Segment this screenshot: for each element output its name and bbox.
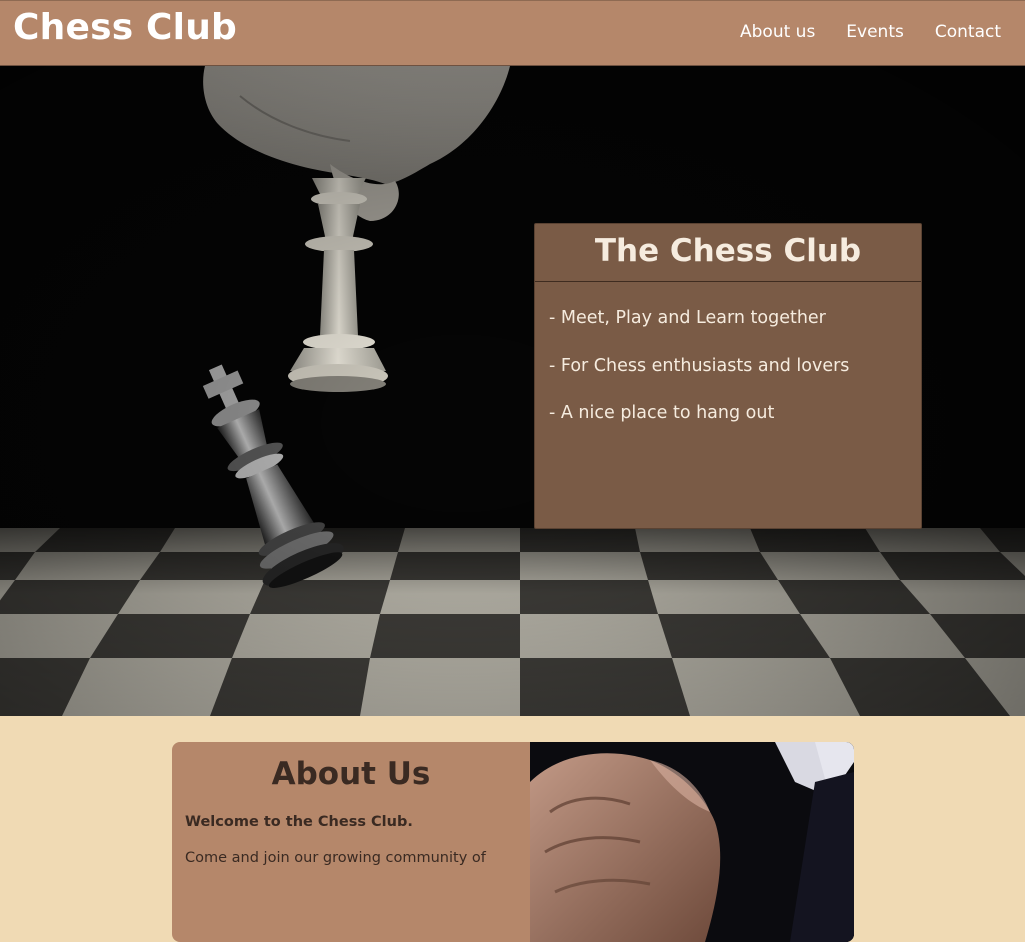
about-photo	[530, 742, 854, 942]
main-nav: About us Events Contact	[740, 22, 1001, 42]
nav-link-about-us[interactable]: About us	[740, 22, 815, 42]
hero-card-title: The Chess Club	[535, 224, 921, 282]
about-title: About Us	[271, 756, 431, 792]
top-navbar: Chess Club About us Events Contact	[0, 0, 1025, 66]
hero-feature-item: - A nice place to hang out	[549, 403, 775, 423]
about-section: About Us Welcome to the Chess Club. Come…	[172, 742, 854, 942]
about-hand-image	[530, 742, 854, 942]
brand-logo-link[interactable]: Chess Club	[13, 7, 237, 48]
hero-section: The Chess Club - Meet, Play and Learn to…	[0, 66, 1025, 716]
about-text-panel: About Us Welcome to the Chess Club. Come…	[172, 742, 530, 942]
hero-info-card: The Chess Club - Meet, Play and Learn to…	[534, 223, 922, 529]
hero-feature-item: - Meet, Play and Learn together	[549, 308, 826, 328]
hero-feature-item: - For Chess enthusiasts and lovers	[549, 355, 850, 376]
hero-feature-list: - Meet, Play and Learn together - For Ch…	[535, 282, 921, 451]
about-welcome-text: Welcome to the Chess Club.	[185, 814, 413, 830]
nav-link-contact[interactable]: Contact	[935, 22, 1001, 42]
nav-link-events[interactable]: Events	[846, 22, 904, 42]
about-body-text: Come and join our growing community of	[185, 850, 486, 866]
